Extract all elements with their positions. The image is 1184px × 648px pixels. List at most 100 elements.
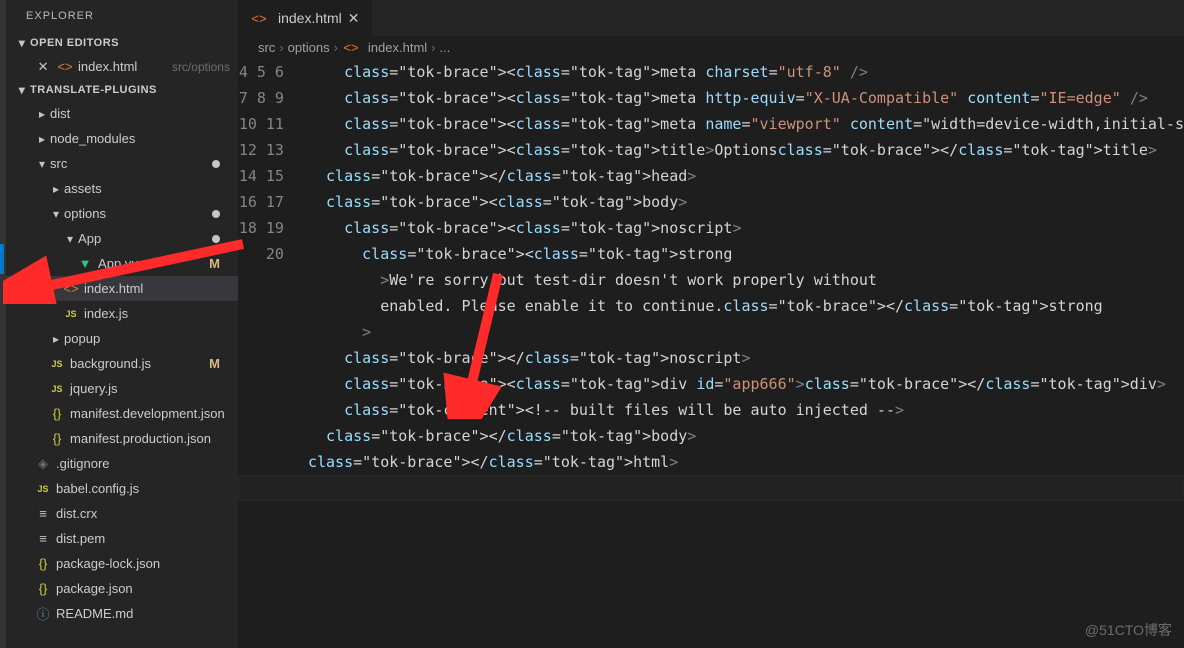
file-manifest.production.json[interactable]: {} manifest.production.json (6, 426, 238, 451)
folder-App[interactable]: App (6, 226, 238, 251)
code-content[interactable]: class="tok-brace"><class="tok-tag">meta … (308, 59, 1184, 648)
breadcrumb-item[interactable]: options (288, 40, 330, 55)
watermark: @51CTO博客 (1085, 620, 1172, 640)
breadcrumb-item[interactable]: src (258, 40, 275, 55)
explorer-sidebar: EXPLORER OPEN EDITORS ✕ <> index.html sr… (6, 0, 238, 648)
js-icon: JS (62, 309, 80, 319)
tab-label: index.html (278, 10, 342, 26)
js-icon: JS (34, 484, 52, 494)
chevron-down-icon (34, 157, 50, 171)
tree-item-label: package.json (56, 581, 230, 596)
close-icon[interactable]: ✕ (348, 10, 360, 27)
tree-item-label: popup (64, 331, 230, 346)
tree-item-label: dist.crx (56, 506, 230, 521)
tree-item-label: .gitignore (56, 456, 230, 471)
tree-item-label: package-lock.json (56, 556, 230, 571)
breadcrumb[interactable]: src › options › <> index.html › ... (238, 36, 1184, 59)
file-dist.crx[interactable]: ≡ dist.crx (6, 501, 238, 526)
folder-options[interactable]: options (6, 201, 238, 226)
text-icon: ≡ (34, 506, 52, 521)
text-icon: ≡ (34, 531, 52, 546)
folder-assets[interactable]: assets (6, 176, 238, 201)
chevron-down-icon (14, 36, 30, 50)
close-icon[interactable]: ✕ (34, 59, 52, 75)
tree-item-label: background.js (70, 356, 209, 371)
html-icon: <> (56, 59, 74, 74)
file-index.html[interactable]: <> index.html (6, 276, 238, 301)
file-jquery.js[interactable]: JS jquery.js (6, 376, 238, 401)
json-icon: {} (48, 431, 66, 446)
open-editor-path: src/options (172, 60, 230, 74)
file-background.js[interactable]: JS background.jsM (6, 351, 238, 376)
modified-dot-icon (212, 235, 220, 243)
open-editors-header[interactable]: OPEN EDITORS (6, 32, 238, 54)
tree-item-label: index.js (84, 306, 230, 321)
editor-tab-index-html[interactable]: <> index.html ✕ (238, 0, 373, 36)
file-package-lock.json[interactable]: {} package-lock.json (6, 551, 238, 576)
file-babel.config.js[interactable]: JS babel.config.js (6, 476, 238, 501)
tree-item-label: jquery.js (70, 381, 230, 396)
project-header[interactable]: TRANSLATE-PLUGINS (6, 79, 238, 101)
html-icon: <> (62, 281, 80, 296)
open-editor-name: index.html (78, 59, 166, 74)
tree-item-label: babel.config.js (56, 481, 230, 496)
modified-dot-icon (212, 160, 220, 168)
line-numbers: 4 5 6 7 8 9 10 11 12 13 14 15 16 17 18 1… (238, 59, 308, 648)
modified-badge: M (209, 356, 220, 371)
js-icon: JS (48, 384, 66, 394)
git-icon: ◈ (34, 456, 52, 472)
file-README.md[interactable]: ⓘ README.md (6, 601, 238, 626)
chevron-right-icon: › (334, 40, 338, 55)
tree-item-label: App (78, 231, 212, 246)
chevron-right-icon: › (431, 40, 435, 55)
chevron-down-icon (14, 83, 30, 97)
breadcrumb-item[interactable]: ... (440, 40, 451, 55)
json-icon: {} (34, 556, 52, 571)
folder-src[interactable]: src (6, 151, 238, 176)
json-icon: {} (48, 406, 66, 421)
tree-item-label: README.md (56, 606, 230, 621)
breadcrumb-item[interactable]: index.html (368, 40, 427, 55)
folder-node_modules[interactable]: node_modules (6, 126, 238, 151)
tree-item-label: manifest.development.json (70, 406, 230, 421)
editor-pane: <> index.html ✕ src › options › <> index… (238, 0, 1184, 648)
open-editor-item[interactable]: ✕ <> index.html src/options (6, 54, 238, 79)
tree-item-label: index.html (84, 281, 230, 296)
tree-item-label: assets (64, 181, 230, 196)
vue-icon: ▼ (76, 256, 94, 271)
file-dist.pem[interactable]: ≡ dist.pem (6, 526, 238, 551)
tree-item-label: dist (50, 106, 230, 121)
open-editors-label: OPEN EDITORS (30, 37, 119, 49)
editor-tabs: <> index.html ✕ (238, 0, 1184, 36)
tree-item-label: src (50, 156, 212, 171)
chevron-down-icon (62, 232, 78, 246)
tree-item-label: App.vue (98, 256, 209, 271)
html-icon: <> (250, 11, 268, 26)
project-label: TRANSLATE-PLUGINS (30, 84, 157, 96)
html-icon: <> (342, 40, 360, 55)
tree-item-label: node_modules (50, 131, 230, 146)
explorer-title: EXPLORER (6, 0, 238, 32)
info-icon: ⓘ (34, 604, 52, 623)
tree-item-label: manifest.production.json (70, 431, 230, 446)
folder-dist[interactable]: dist (6, 101, 238, 126)
modified-dot-icon (212, 210, 220, 218)
file-index.js[interactable]: JS index.js (6, 301, 238, 326)
code-area[interactable]: 4 5 6 7 8 9 10 11 12 13 14 15 16 17 18 1… (238, 59, 1184, 648)
js-icon: JS (48, 359, 66, 369)
file-manifest.development.json[interactable]: {} manifest.development.json (6, 401, 238, 426)
chevron-right-icon (48, 182, 64, 196)
json-icon: {} (34, 581, 52, 596)
chevron-right-icon: › (279, 40, 283, 55)
chevron-right-icon (48, 332, 64, 346)
tree-item-label: dist.pem (56, 531, 230, 546)
folder-popup[interactable]: popup (6, 326, 238, 351)
file-.gitignore[interactable]: ◈ .gitignore (6, 451, 238, 476)
file-package.json[interactable]: {} package.json (6, 576, 238, 601)
chevron-down-icon (48, 207, 64, 221)
chevron-right-icon (34, 107, 50, 121)
tree-item-label: options (64, 206, 212, 221)
chevron-right-icon (34, 132, 50, 146)
modified-badge: M (209, 256, 220, 271)
file-App.vue[interactable]: ▼ App.vueM (6, 251, 238, 276)
